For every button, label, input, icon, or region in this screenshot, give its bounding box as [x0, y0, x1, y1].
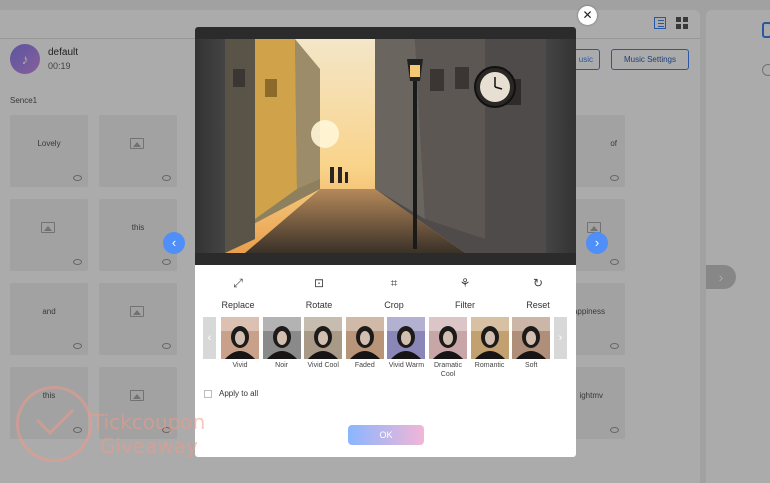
- prev-photo-shadow: [195, 39, 225, 253]
- filter-label: Soft: [524, 362, 538, 369]
- filter-thumbnail: [512, 317, 551, 359]
- filter-thumbnail: [262, 317, 301, 359]
- photo-preview: [225, 39, 546, 253]
- tool-label: Rotate: [305, 300, 333, 310]
- filter-option[interactable]: Faded: [345, 317, 384, 370]
- watermark: Tickcoupon Giveaway: [16, 384, 236, 474]
- filter-thumbnail: [429, 317, 467, 359]
- filter-label: Faded: [354, 362, 375, 369]
- filter-icon: ⚘: [459, 276, 471, 290]
- tool-label: Replace: [221, 300, 255, 310]
- filter-option[interactable]: Soft: [512, 317, 551, 370]
- crop-button[interactable]: ⌗ Crop: [364, 277, 424, 313]
- filter-thumbnail: [345, 317, 384, 359]
- filter-option[interactable]: Romantic: [470, 317, 509, 370]
- filter-strip-next[interactable]: ›: [554, 317, 567, 359]
- filter-label: Dramatic Cool: [433, 362, 462, 378]
- filter-thumbnail: [387, 317, 426, 359]
- ok-button[interactable]: OK: [348, 425, 424, 445]
- filter-label: Noir: [275, 362, 289, 369]
- filter-label: Romantic: [474, 362, 505, 369]
- filter-button[interactable]: ⚘ Filter: [435, 277, 495, 313]
- watermark-line2: Giveaway: [100, 434, 198, 458]
- filter-label: Vivid Cool: [307, 362, 339, 369]
- filter-option[interactable]: Dramatic Cool: [429, 317, 467, 379]
- filter-option[interactable]: Noir: [262, 317, 301, 370]
- filter-label: Vivid Warm: [388, 362, 425, 369]
- previous-photo-button[interactable]: ‹: [163, 232, 185, 254]
- photo-editor-dialog: ⤢ Replace ⊡ Rotate ⌗ Crop ⚘ Filter ↻ Res…: [195, 27, 576, 457]
- filter-thumbnail: [304, 317, 343, 359]
- tool-label: Crop: [384, 300, 404, 310]
- watermark-line1: Tickcoupon: [92, 410, 206, 434]
- edit-toolbar: ⤢ Replace ⊡ Rotate ⌗ Crop ⚘ Filter ↻ Res…: [195, 277, 576, 310]
- filter-thumbnail: [221, 317, 259, 359]
- filter-label: Vivid: [232, 362, 248, 369]
- replace-icon: ⤢: [233, 276, 243, 290]
- filter-strip-prev[interactable]: ‹: [203, 317, 216, 359]
- filter-option[interactable]: Vivid Cool: [304, 317, 343, 370]
- replace-button[interactable]: ⤢ Replace: [208, 277, 268, 313]
- filter-option[interactable]: Vivid: [221, 317, 259, 370]
- photo-preview-area: [195, 27, 576, 265]
- close-button[interactable]: ✕: [578, 6, 597, 25]
- rotate-icon: ⊡: [313, 276, 325, 290]
- next-photo-button[interactable]: ›: [586, 232, 608, 254]
- tool-label: Reset: [526, 300, 550, 310]
- filter-thumbnail: [470, 317, 509, 359]
- reset-icon: ↻: [532, 276, 544, 290]
- crop-icon: ⌗: [390, 276, 398, 290]
- rotate-button[interactable]: ⊡ Rotate: [289, 277, 349, 313]
- reset-button[interactable]: ↻ Reset: [508, 277, 568, 313]
- next-photo-shadow: [546, 39, 576, 253]
- filter-option[interactable]: Vivid Warm: [387, 317, 426, 370]
- tool-label: Filter: [455, 300, 475, 310]
